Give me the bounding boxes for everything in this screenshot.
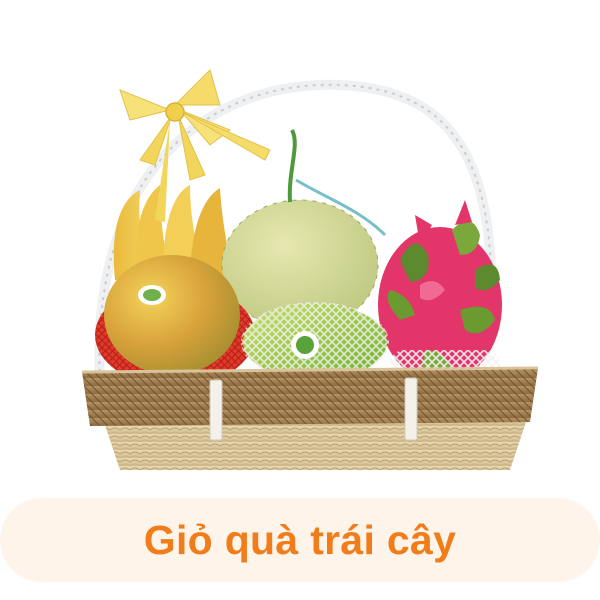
wicker-basket-icon <box>81 366 539 470</box>
fruit-basket-image <box>81 69 539 470</box>
product-card[interactable]: Giỏ quà trái cây <box>0 0 600 600</box>
melon-icon <box>221 129 387 331</box>
bow-ribbon-icon <box>119 69 271 222</box>
product-title-pill: Giỏ quà trái cây <box>0 498 600 582</box>
product-title: Giỏ quà trái cây <box>143 516 457 563</box>
